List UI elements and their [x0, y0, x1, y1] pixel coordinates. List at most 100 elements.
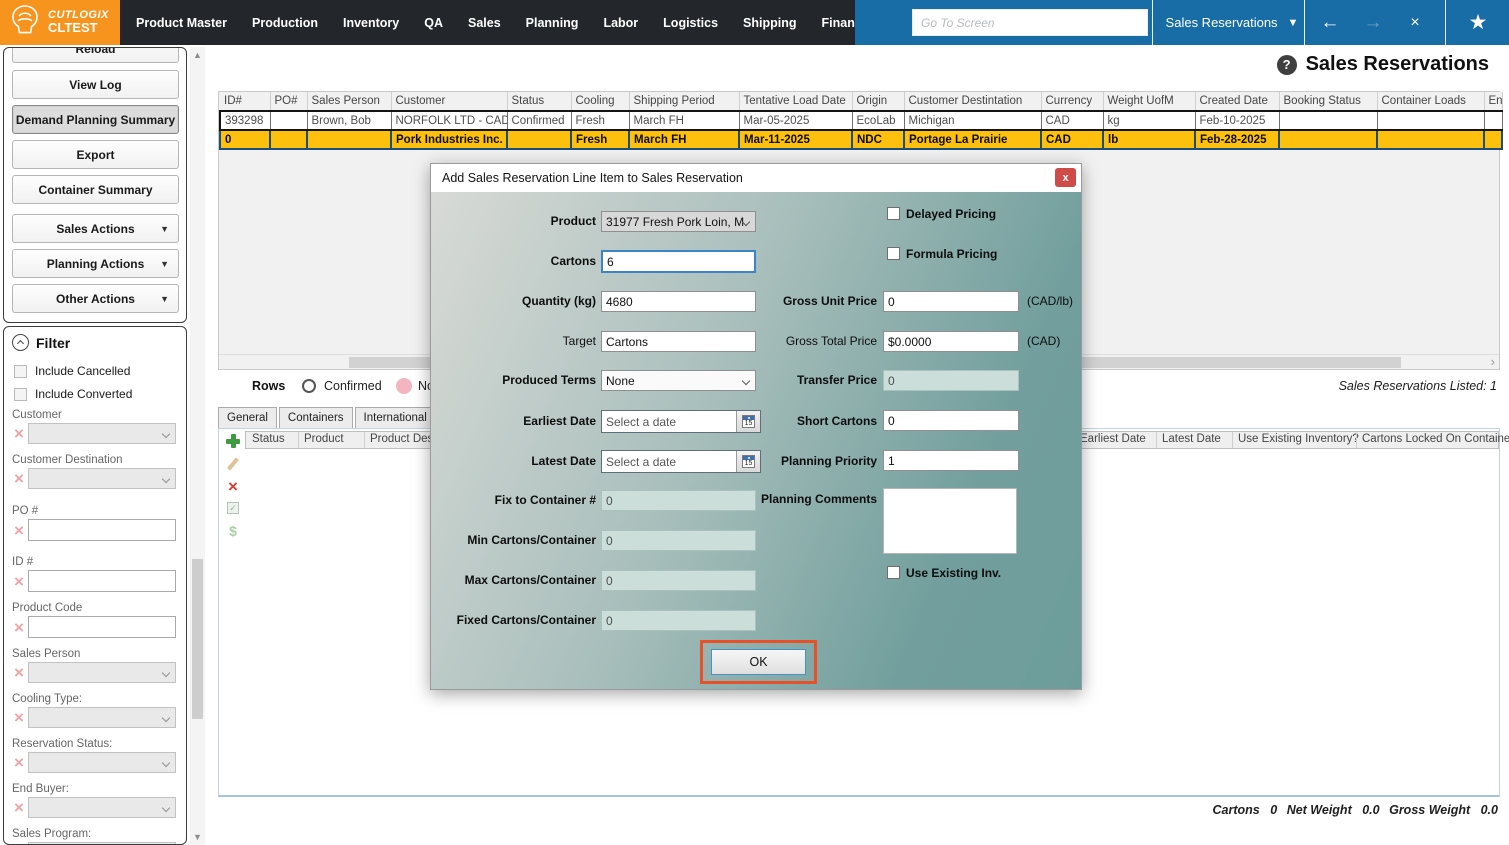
- help-icon[interactable]: ?: [1277, 55, 1297, 75]
- cell[interactable]: Feb-10-2025: [1195, 111, 1279, 130]
- cell[interactable]: Brown, Bob: [307, 111, 391, 130]
- product-code-filter-input[interactable]: [28, 616, 176, 638]
- col-use-existing-inventory[interactable]: Use Existing Inventory?: [1238, 433, 1359, 445]
- other-actions-dropdown[interactable]: Other Actions ▼: [12, 284, 179, 313]
- col-header[interactable]: Tentative Load Date: [739, 92, 852, 111]
- reservation-status-filter-select[interactable]: [28, 752, 176, 773]
- menu-production[interactable]: Production: [252, 16, 318, 30]
- table-row-selected[interactable]: 0 Pork Industries Inc. Fresh March FH Ma…: [220, 130, 1502, 149]
- cell[interactable]: [1377, 130, 1484, 149]
- menu-qa[interactable]: QA: [424, 16, 443, 30]
- tab-general[interactable]: General: [218, 407, 277, 428]
- delete-line-item-icon[interactable]: ×: [228, 480, 238, 493]
- col-header[interactable]: Booking Status: [1279, 92, 1377, 111]
- col-product[interactable]: Product: [304, 433, 344, 445]
- clear-filter-icon[interactable]: ×: [10, 470, 28, 487]
- tab-containers[interactable]: Containers: [279, 407, 353, 428]
- col-header[interactable]: Created Date: [1195, 92, 1279, 111]
- col-header[interactable]: Container Loads: [1377, 92, 1484, 111]
- formula-pricing-checkbox[interactable]: [887, 247, 900, 260]
- cell[interactable]: NORFOLK LTD - CAD: [391, 111, 507, 130]
- menu-logistics[interactable]: Logistics: [663, 16, 718, 30]
- clear-filter-icon[interactable]: ×: [10, 709, 28, 726]
- id-number-filter-input[interactable]: [28, 570, 176, 592]
- cell[interactable]: kg: [1103, 111, 1195, 130]
- gross-unit-price-input[interactable]: [883, 291, 1019, 312]
- demand-planning-summary-button[interactable]: Demand Planning Summary: [12, 105, 179, 134]
- cartons-input[interactable]: [601, 250, 756, 273]
- cell[interactable]: EcoLab: [852, 111, 904, 130]
- menu-labor[interactable]: Labor: [603, 16, 638, 30]
- col-earliest-date[interactable]: Earliest Date: [1080, 433, 1146, 445]
- latest-date-input[interactable]: [602, 451, 736, 472]
- cell[interactable]: Feb-28-2025: [1195, 130, 1279, 149]
- menu-sales[interactable]: Sales: [468, 16, 501, 30]
- clear-filter-icon[interactable]: ×: [10, 522, 28, 539]
- cell[interactable]: Mar-05-2025: [739, 111, 852, 130]
- col-header[interactable]: Customer Destintation: [904, 92, 1041, 111]
- cell[interactable]: [1377, 111, 1484, 130]
- chevron-right-icon[interactable]: ›: [1491, 354, 1495, 369]
- scrollbar-thumb[interactable]: [192, 559, 203, 719]
- include-converted-checkbox[interactable]: [14, 388, 27, 401]
- col-header[interactable]: ID#: [220, 92, 270, 111]
- col-header[interactable]: Weight UofM: [1103, 92, 1195, 111]
- dialog-close-icon[interactable]: x: [1055, 168, 1076, 187]
- close-screen-icon[interactable]: ×: [1398, 0, 1432, 45]
- back-arrow-icon[interactable]: ←: [1313, 0, 1347, 45]
- cell[interactable]: [1279, 130, 1377, 149]
- screen-selector-dropdown[interactable]: Sales Reservations ▼: [1163, 0, 1301, 45]
- product-select[interactable]: 31977 Fresh Pork Loin, M: [601, 211, 756, 232]
- goto-screen-input[interactable]: [912, 9, 1148, 36]
- cell[interactable]: [1484, 111, 1502, 130]
- favorite-star-icon[interactable]: ★: [1461, 0, 1495, 45]
- col-header[interactable]: Origin: [852, 92, 904, 111]
- scroll-down-icon[interactable]: ▼: [190, 832, 205, 842]
- col-header[interactable]: PO#: [270, 92, 307, 111]
- sidebar-scrollbar[interactable]: ▲ ▼: [190, 47, 205, 845]
- cell[interactable]: 393298: [220, 111, 270, 130]
- col-header[interactable]: Shipping Period: [629, 92, 739, 111]
- col-header[interactable]: End: [1484, 92, 1502, 111]
- col-status[interactable]: Status: [252, 433, 285, 445]
- cell[interactable]: Mar-11-2025: [739, 130, 852, 149]
- earliest-date-input[interactable]: [602, 411, 736, 432]
- cell[interactable]: March FH: [629, 111, 739, 130]
- clear-filter-icon[interactable]: ×: [10, 425, 28, 442]
- col-header[interactable]: Currency: [1041, 92, 1103, 111]
- menu-shipping[interactable]: Shipping: [743, 16, 796, 30]
- menu-product-master[interactable]: Product Master: [136, 16, 227, 30]
- cell[interactable]: [307, 130, 391, 149]
- cell[interactable]: Fresh: [571, 130, 629, 149]
- dialog-title-bar[interactable]: Add Sales Reservation Line Item to Sales…: [431, 164, 1081, 192]
- cell[interactable]: [1484, 130, 1502, 149]
- cell[interactable]: [270, 130, 307, 149]
- end-buyer-filter-select[interactable]: [28, 797, 176, 818]
- table-row[interactable]: 393298 Brown, Bob NORFOLK LTD - CAD Conf…: [220, 111, 1502, 130]
- col-header[interactable]: Sales Person: [307, 92, 391, 111]
- delayed-pricing-checkbox[interactable]: [887, 207, 900, 220]
- cell[interactable]: CAD: [1041, 130, 1103, 149]
- clear-filter-icon[interactable]: ×: [10, 619, 28, 636]
- cooling-type-filter-select[interactable]: [28, 707, 176, 728]
- menu-inventory[interactable]: Inventory: [343, 16, 399, 30]
- clear-filter-icon[interactable]: ×: [10, 664, 28, 681]
- po-number-filter-input[interactable]: [28, 519, 176, 541]
- collapse-filter-icon[interactable]: [12, 334, 29, 351]
- add-line-item-icon[interactable]: [226, 434, 240, 448]
- cell[interactable]: Portage La Prairie: [904, 130, 1041, 149]
- cell[interactable]: [270, 111, 307, 130]
- short-cartons-input[interactable]: [883, 410, 1019, 431]
- tab-international[interactable]: International: [355, 407, 436, 428]
- clear-filter-icon[interactable]: ×: [10, 754, 28, 771]
- forward-arrow-icon[interactable]: →: [1356, 0, 1390, 45]
- cell[interactable]: March FH: [629, 130, 739, 149]
- ok-button[interactable]: OK: [711, 649, 806, 675]
- col-latest-date[interactable]: Latest Date: [1162, 433, 1221, 445]
- cell[interactable]: Pork Industries Inc.: [391, 130, 507, 149]
- cell[interactable]: [1279, 111, 1377, 130]
- cell[interactable]: CAD: [1041, 111, 1103, 130]
- cell[interactable]: Confirmed: [507, 111, 571, 130]
- edit-line-item-icon[interactable]: [227, 457, 239, 470]
- use-existing-inv-checkbox[interactable]: [887, 566, 900, 579]
